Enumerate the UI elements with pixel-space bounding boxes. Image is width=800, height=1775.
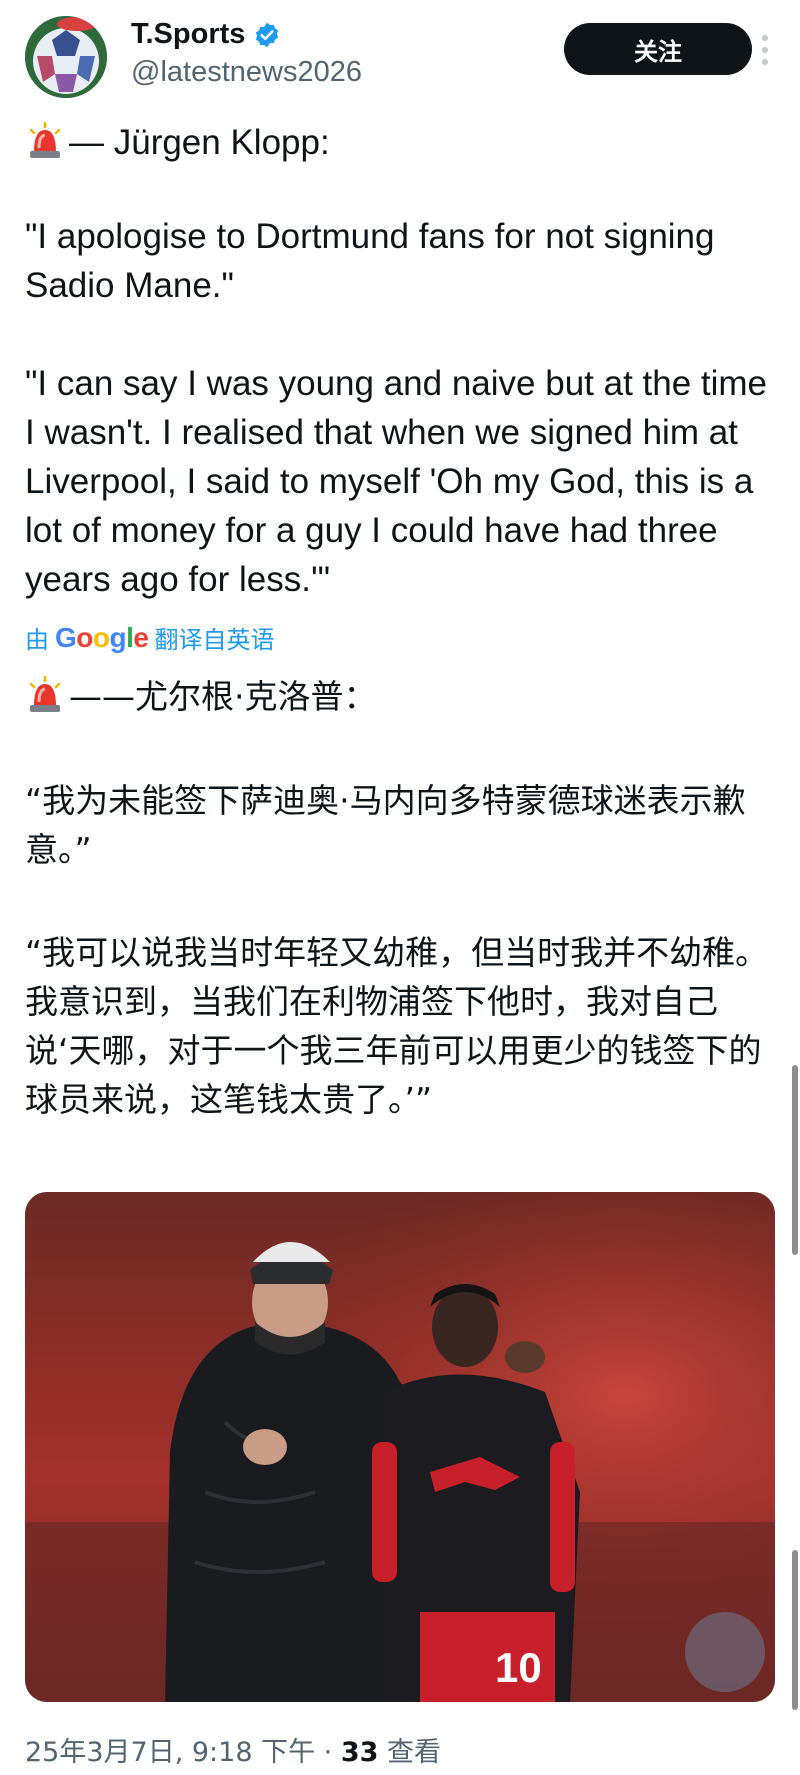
siren-emoji-icon	[29, 676, 61, 712]
avatar[interactable]	[25, 16, 107, 98]
football-avatar-icon	[25, 16, 107, 98]
quote1-en: "I apologise to Dortmund fans for not si…	[25, 217, 725, 305]
quote1-cn: “我为未能签下萨迪奥·马内向多特蒙德球迷表示歉意。”	[25, 781, 746, 869]
quote2-en: "I can say I was young and naive but at …	[25, 364, 777, 599]
heading-cn-text: ——尤尔根·克洛普：	[69, 677, 377, 716]
shirt-number-graphic: 10	[495, 1644, 542, 1691]
tweet-heading-en: — Jürgen Klopp:	[25, 118, 785, 167]
translated-by-google[interactable]: 由 Google 翻译自英语	[25, 620, 274, 655]
views-count: 33	[340, 1737, 379, 1768]
tweet-meta: 25年3月7日, 9:18 下午 · 33 查看	[25, 1730, 441, 1769]
photo-klopp-mane-image: 10	[25, 1192, 775, 1702]
user-handle[interactable]: @latestnews2026	[131, 56, 362, 89]
verified-badge-icon	[256, 22, 279, 47]
more-options-icon[interactable]	[755, 28, 775, 72]
name-row: T.Sports	[131, 18, 281, 51]
tweet-header: T.Sports @latestnews2026 关注	[25, 16, 775, 98]
follow-button[interactable]: 关注	[564, 23, 752, 75]
siren-emoji-icon	[29, 122, 61, 158]
display-name[interactable]: T.Sports	[131, 18, 245, 51]
translate-suffix: 翻译自英语	[154, 626, 275, 654]
views-label: 查看	[378, 1737, 442, 1768]
tweet-photo[interactable]: 10	[25, 1192, 775, 1702]
translate-prefix: 由	[25, 626, 49, 654]
scrollbar-thumb-lower[interactable]	[792, 1550, 798, 1710]
scrollbar-thumb[interactable]	[792, 1065, 798, 1255]
timestamp[interactable]: 25年3月7日, 9:18 下午 ·	[25, 1737, 341, 1768]
quote2-cn: “我可以说我当时年轻又幼稚，但当时我并不幼稚。我意识到，当我们在利物浦签下他时，…	[25, 933, 769, 1119]
google-logo: Google	[55, 621, 149, 653]
heading-en-text: — Jürgen Klopp:	[69, 123, 330, 162]
tweet-heading-cn: ——尤尔根·克洛普：	[25, 672, 785, 721]
